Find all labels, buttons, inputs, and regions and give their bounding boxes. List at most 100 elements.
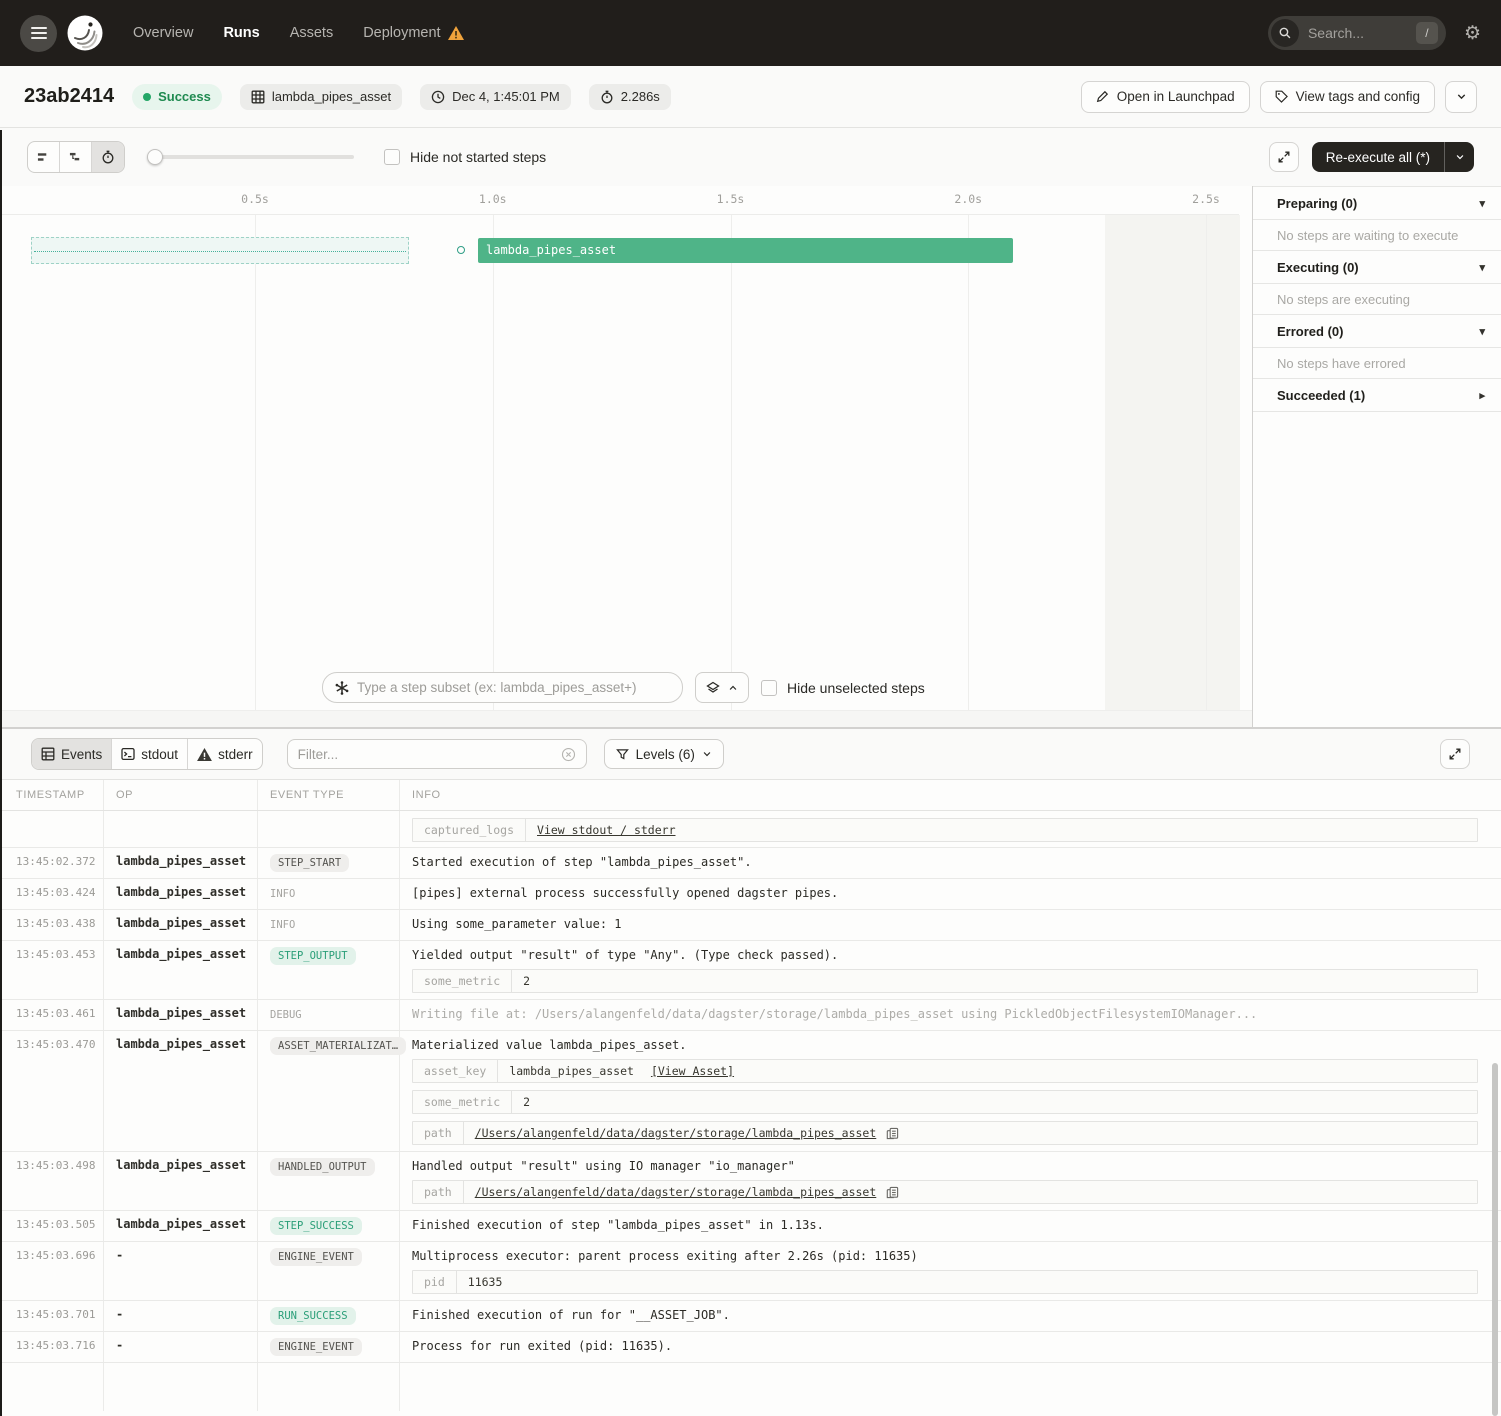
section-header-succeeded[interactable]: Succeeded (1)▸: [1253, 379, 1501, 412]
event-op: -: [104, 1332, 258, 1362]
view-flat-button[interactable]: [28, 142, 60, 172]
event-table-header: TIMESTAMP OP EVENT TYPE INFO: [0, 780, 1501, 811]
gantt-view-mode-group: [27, 141, 125, 173]
layers-icon: [706, 681, 720, 695]
event-op: -: [104, 1242, 258, 1300]
event-timestamp: [0, 811, 104, 848]
col-info: INFO: [400, 780, 1501, 810]
graph-query-toggle-button[interactable]: [695, 672, 749, 703]
zoom-slider[interactable]: [147, 142, 354, 172]
event-row: 13:45:03.696-ENGINE_EVENT Multiprocess ex…: [0, 1242, 1501, 1301]
view-asset-link[interactable]: [View Asset]: [645, 1060, 736, 1082]
event-type-cell: [258, 1363, 400, 1411]
metadata-key: path: [413, 1181, 464, 1203]
event-row: 13:45:03.461lambda_pipes_assetDEBUGWriti…: [0, 1000, 1501, 1031]
clock-icon: [431, 90, 445, 104]
hide-unselected-control[interactable]: Hide unselected steps: [761, 680, 925, 696]
event-type-badge: ENGINE_EVENT: [270, 1248, 362, 1266]
log-tabs: Events stdout stderr: [31, 738, 263, 770]
event-timestamp: 13:45:03.696: [0, 1242, 104, 1300]
event-op: lambda_pipes_asset: [104, 1152, 258, 1210]
axis-tick-label: 2.0s: [954, 192, 982, 206]
col-event-type: EVENT TYPE: [258, 780, 400, 810]
event-op: lambda_pipes_asset: [104, 848, 258, 878]
view-timed-button[interactable]: [92, 142, 124, 172]
tab-label: stderr: [218, 747, 253, 762]
view-waterfall-button[interactable]: [60, 142, 92, 172]
nav-item-runs[interactable]: Runs: [223, 25, 259, 41]
metadata-value: 11635: [457, 1271, 514, 1293]
hide-not-started-control[interactable]: Hide not started steps: [384, 149, 546, 165]
clear-filter-icon[interactable]: [561, 747, 576, 762]
section-body: No steps have errored: [1253, 348, 1501, 379]
open-in-launchpad-button[interactable]: Open in Launchpad: [1081, 81, 1250, 113]
tab-events[interactable]: Events: [32, 739, 112, 769]
event-info-text: Multiprocess executor: parent process ex…: [412, 1247, 1487, 1263]
tab-stderr[interactable]: stderr: [188, 739, 262, 769]
run-id: 23ab2414: [24, 85, 114, 108]
search-box[interactable]: /: [1268, 16, 1446, 50]
event-timestamp: 13:45:03.461: [0, 1000, 104, 1030]
event-info: Started execution of step "lambda_pipes_…: [400, 848, 1501, 878]
section-header-errored[interactable]: Errored (0)▾: [1253, 315, 1501, 348]
event-timestamp: 13:45:03.424: [0, 879, 104, 909]
event-timestamp: 13:45:03.716: [0, 1332, 104, 1362]
event-timestamp: 13:45:02.372: [0, 848, 104, 878]
event-info-text: Materialized value lambda_pipes_asset.: [412, 1036, 1487, 1052]
log-filter-input[interactable]: [298, 747, 553, 762]
tab-stdout[interactable]: stdout: [112, 739, 188, 769]
log-filter-box[interactable]: [287, 739, 587, 769]
nav-item-assets[interactable]: Assets: [290, 25, 334, 41]
hamburger-menu-icon[interactable]: [20, 15, 57, 52]
duration-pill: 2.286s: [589, 84, 671, 110]
nav-item-deployment[interactable]: Deployment: [363, 25, 463, 41]
log-scrollbar-thumb[interactable]: [1492, 1063, 1498, 1416]
gear-icon[interactable]: ⚙: [1464, 24, 1481, 43]
warning-icon: [197, 748, 212, 761]
search-input[interactable]: [1308, 25, 1407, 41]
step-subset-row: Hide unselected steps: [322, 672, 925, 703]
metadata-value[interactable]: /Users/alangenfeld/data/dagster/storage/…: [464, 1122, 879, 1144]
event-info: [pipes] external process successfully op…: [400, 879, 1501, 909]
section-title: Preparing (0): [1277, 196, 1357, 211]
step-subset-box[interactable]: [322, 672, 683, 703]
event-timestamp: 13:45:03.505: [0, 1211, 104, 1241]
copy-icon[interactable]: [878, 1181, 907, 1203]
op-selector-icon: [335, 681, 349, 695]
event-type-badge: RUN_SUCCESS: [270, 1307, 356, 1325]
nav-item-label: Runs: [223, 25, 259, 41]
metadata-value[interactable]: View stdout / stderr: [526, 819, 677, 841]
hide-unselected-checkbox[interactable]: [761, 680, 777, 696]
section-header-executing[interactable]: Executing (0)▾: [1253, 251, 1501, 284]
gantt-fullscreen-button[interactable]: [1269, 142, 1299, 172]
step-waiting-box: [31, 237, 409, 264]
nav-item-overview[interactable]: Overview: [133, 25, 193, 41]
metadata-value[interactable]: /Users/alangenfeld/data/dagster/storage/…: [464, 1181, 879, 1203]
log-fullscreen-button[interactable]: [1440, 739, 1470, 769]
copy-icon[interactable]: [878, 1122, 907, 1144]
zoom-slider-thumb[interactable]: [147, 149, 163, 165]
metadata-key: captured_logs: [413, 819, 526, 841]
section-header-preparing[interactable]: Preparing (0)▾: [1253, 187, 1501, 220]
tab-label: Events: [61, 747, 102, 762]
run-actions-dropdown-button[interactable]: [1445, 81, 1477, 113]
event-type-cell: [258, 811, 400, 848]
event-type-cell: STEP_START: [258, 848, 400, 878]
event-timestamp: 13:45:03.453: [0, 941, 104, 999]
dagster-logo-icon[interactable]: [65, 13, 105, 53]
gantt-step-bar[interactable]: lambda_pipes_asset: [478, 238, 1013, 263]
levels-dropdown-button[interactable]: Levels (6): [604, 739, 724, 769]
search-icon: [1271, 19, 1299, 47]
re-execute-caret-button[interactable]: [1444, 142, 1474, 172]
job-tag[interactable]: lambda_pipes_asset: [240, 84, 402, 110]
view-tags-config-button[interactable]: View tags and config: [1260, 81, 1435, 113]
tab-label: stdout: [141, 747, 178, 762]
re-execute-button[interactable]: Re-execute all (*): [1312, 142, 1444, 172]
gantt-bottom-strip: [0, 710, 1252, 727]
caret-right-icon: ▸: [1479, 389, 1485, 402]
step-subset-input[interactable]: [357, 680, 670, 695]
run-header: 23ab2414 Success lambda_pipes_asset Dec …: [0, 66, 1501, 128]
event-type-cell: ENGINE_EVENT: [258, 1242, 400, 1300]
hide-not-started-checkbox[interactable]: [384, 149, 400, 165]
event-type-cell: HANDLED_OUTPUT: [258, 1152, 400, 1210]
